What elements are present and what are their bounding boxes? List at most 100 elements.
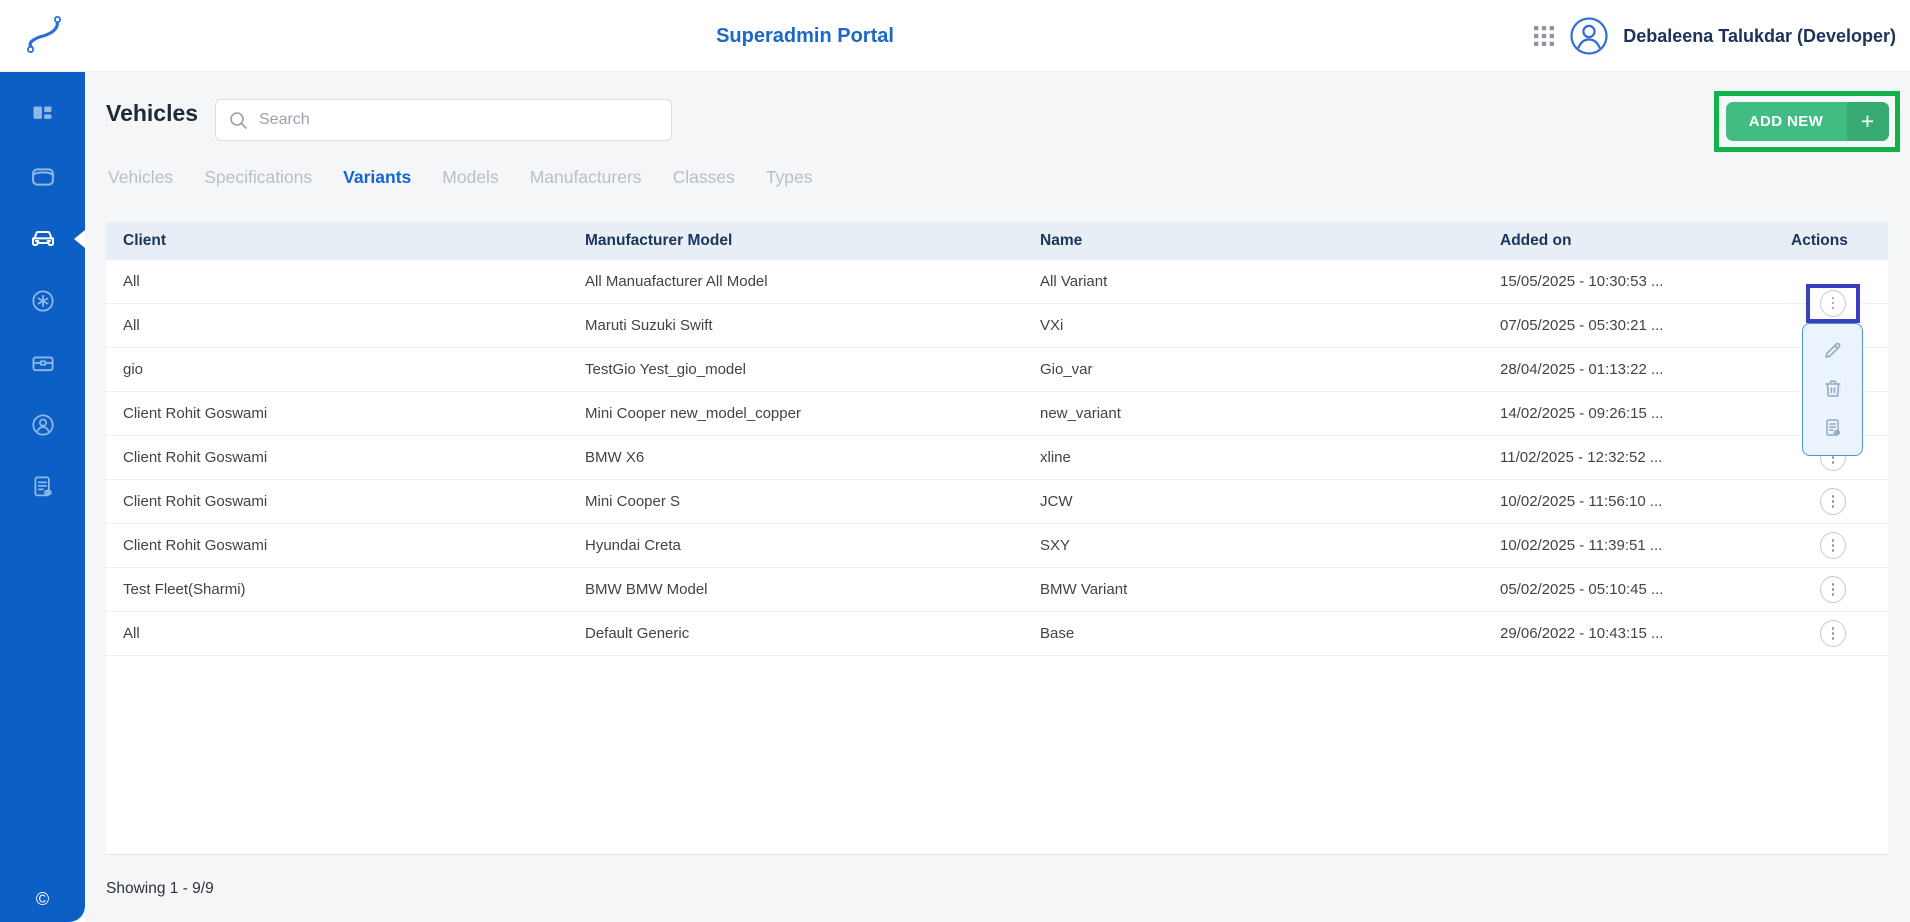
table-header-row: Client Manufacturer Model Name Added on … xyxy=(106,222,1888,260)
sidebar-item-vehicles[interactable] xyxy=(0,208,85,270)
table-row: All Default Generic Base 29/06/2022 - 10… xyxy=(106,612,1888,656)
cell-model: BMW BMW Model xyxy=(569,581,1024,598)
table-row: All All Manuafacturer All Model All Vari… xyxy=(106,260,1888,304)
sidebar-item-climate[interactable] xyxy=(0,270,85,332)
delete-icon[interactable] xyxy=(1821,377,1845,401)
search-box[interactable] xyxy=(215,99,672,141)
app-logo[interactable] xyxy=(22,12,70,60)
vehicles-car-icon xyxy=(28,224,58,254)
tab-classes[interactable]: Classes xyxy=(673,167,735,188)
column-header-added-on: Added on xyxy=(1484,232,1791,250)
cell-client: Client Rohit Goswami xyxy=(106,493,569,510)
cell-added-on: 05/02/2025 - 05:10:45 ... xyxy=(1484,581,1791,598)
cell-model: Hyundai Creta xyxy=(569,537,1024,554)
user-avatar-icon[interactable] xyxy=(1569,16,1609,56)
cell-client: All xyxy=(106,317,569,334)
tab-models[interactable]: Models xyxy=(442,167,498,188)
search-input[interactable] xyxy=(259,111,659,129)
cell-client: gio xyxy=(106,361,569,378)
tab-variants[interactable]: Variants xyxy=(343,167,411,188)
sidebar-item-account[interactable] xyxy=(0,394,85,456)
tab-types[interactable]: Types xyxy=(766,167,813,188)
table-row: All Maruti Suzuki Swift VXi 07/05/2025 -… xyxy=(106,304,1888,348)
apps-grid-icon[interactable] xyxy=(1533,25,1555,47)
table-row: Client Rohit Goswami BMW X6 xline 11/02/… xyxy=(106,436,1888,480)
column-header-name: Name xyxy=(1024,232,1484,250)
more-options-icon[interactable] xyxy=(1820,290,1846,317)
cell-model: Mini Cooper S xyxy=(569,493,1024,510)
more-options-icon[interactable] xyxy=(1820,488,1846,515)
sidebar-item-dashboard[interactable] xyxy=(0,84,85,146)
add-new-button[interactable]: ADD NEW + xyxy=(1726,102,1889,141)
cell-name: BMW Variant xyxy=(1024,581,1484,598)
cell-name: SXY xyxy=(1024,537,1484,554)
cell-added-on: 29/06/2022 - 10:43:15 ... xyxy=(1484,625,1791,642)
cell-added-on: 11/02/2025 - 12:32:52 ... xyxy=(1484,449,1791,466)
plus-icon: + xyxy=(1847,102,1889,141)
audit-log-icon[interactable] xyxy=(1821,416,1845,440)
toolbox-icon xyxy=(29,349,57,377)
row-actions-menu xyxy=(1802,323,1863,456)
edit-icon[interactable] xyxy=(1821,338,1845,362)
tab-specifications[interactable]: Specifications xyxy=(204,167,312,188)
add-new-label: ADD NEW xyxy=(1726,102,1847,141)
cell-name: JCW xyxy=(1024,493,1484,510)
column-header-client: Client xyxy=(106,232,569,250)
cell-added-on: 10/02/2025 - 11:39:51 ... xyxy=(1484,537,1791,554)
tab-manufacturers[interactable]: Manufacturers xyxy=(530,167,642,188)
page-title-header: Superadmin Portal xyxy=(716,0,894,72)
tab-bar: Vehicles Specifications Variants Models … xyxy=(108,167,813,188)
table-row: Client Rohit Goswami Mini Cooper new_mod… xyxy=(106,392,1888,436)
cell-model: BMW X6 xyxy=(569,449,1024,466)
copyright-icon: © xyxy=(0,889,85,910)
sidebar-item-cards[interactable] xyxy=(0,146,85,208)
cell-client: Client Rohit Goswami xyxy=(106,405,569,422)
cell-added-on: 10/02/2025 - 11:56:10 ... xyxy=(1484,493,1791,510)
cell-client: All xyxy=(106,625,569,642)
column-header-actions: Actions xyxy=(1791,232,1888,250)
cell-added-on: 28/04/2025 - 01:13:22 ... xyxy=(1484,361,1791,378)
table-row: gio TestGio Yest_gio_model Gio_var 28/04… xyxy=(106,348,1888,392)
table-row: Client Rohit Goswami Hyundai Creta SXY 1… xyxy=(106,524,1888,568)
cell-name: Base xyxy=(1024,625,1484,642)
cell-added-on: 14/02/2025 - 09:26:15 ... xyxy=(1484,405,1791,422)
sidebar-nav: © xyxy=(0,72,85,922)
account-support-icon xyxy=(29,411,57,439)
user-name-label[interactable]: Debaleena Talukdar (Developer) xyxy=(1623,26,1896,47)
dashboard-icon xyxy=(29,102,56,129)
s-curve-logo-icon xyxy=(22,12,70,60)
annotation-highlight-blue xyxy=(1806,284,1860,323)
cell-added-on: 15/05/2025 - 10:30:53 ... xyxy=(1484,273,1791,290)
more-options-icon[interactable] xyxy=(1820,576,1846,603)
more-options-icon[interactable] xyxy=(1820,532,1846,559)
app-header: Superadmin Portal Debaleena Talukdar (De… xyxy=(0,0,1910,72)
annotation-highlight-green: ADD NEW + xyxy=(1714,91,1900,152)
tab-vehicles[interactable]: Vehicles xyxy=(108,167,173,188)
column-header-manufacturer-model: Manufacturer Model xyxy=(569,232,1024,250)
table-row: Test Fleet(Sharmi) BMW BMW Model BMW Var… xyxy=(106,568,1888,612)
cell-model: All Manuafacturer All Model xyxy=(569,273,1024,290)
cell-name: new_variant xyxy=(1024,405,1484,422)
cell-added-on: 07/05/2025 - 05:30:21 ... xyxy=(1484,317,1791,334)
page-title: Vehicles xyxy=(106,100,198,127)
pagination-status: Showing 1 - 9/9 xyxy=(106,880,214,898)
more-options-icon[interactable] xyxy=(1820,620,1846,647)
cell-name: All Variant xyxy=(1024,273,1484,290)
sidebar-item-reports[interactable] xyxy=(0,456,85,518)
cell-name: Gio_var xyxy=(1024,361,1484,378)
main-content: Vehicles ADD NEW + Vehicles Specificatio… xyxy=(85,72,1910,922)
report-icon xyxy=(29,473,57,501)
table-row: Client Rohit Goswami Mini Cooper S JCW 1… xyxy=(106,480,1888,524)
cell-client: All xyxy=(106,273,569,290)
cell-client: Client Rohit Goswami xyxy=(106,449,569,466)
variants-table: Client Manufacturer Model Name Added on … xyxy=(106,222,1888,855)
active-item-arrow-icon xyxy=(74,230,85,248)
search-icon xyxy=(228,110,249,131)
cell-name: VXi xyxy=(1024,317,1484,334)
cell-model: Default Generic xyxy=(569,625,1024,642)
cards-icon xyxy=(29,163,57,191)
sidebar-item-toolbox[interactable] xyxy=(0,332,85,394)
cell-client: Client Rohit Goswami xyxy=(106,537,569,554)
cell-client: Test Fleet(Sharmi) xyxy=(106,581,569,598)
cell-name: xline xyxy=(1024,449,1484,466)
